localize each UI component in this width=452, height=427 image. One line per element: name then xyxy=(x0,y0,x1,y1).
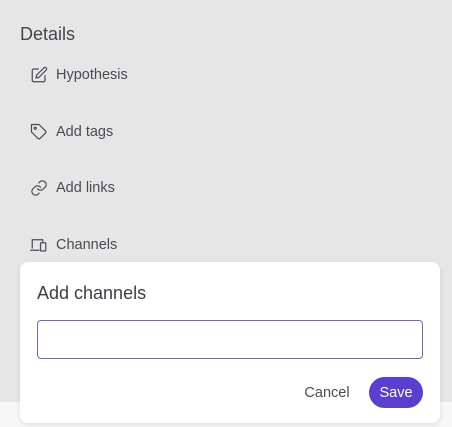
add-links-item[interactable]: Add links xyxy=(30,176,115,200)
edit-icon xyxy=(30,66,48,84)
hypothesis-label: Hypothesis xyxy=(56,67,128,83)
add-links-label: Add links xyxy=(56,180,115,196)
channels-label: Channels xyxy=(56,237,118,253)
channels-item[interactable]: Channels xyxy=(30,233,117,257)
add-channels-dialog: Add channels Cancel Save xyxy=(20,262,440,423)
link-icon xyxy=(30,179,48,197)
add-tags-label: Add tags xyxy=(56,124,114,140)
cancel-button[interactable]: Cancel xyxy=(297,378,357,408)
channels-input[interactable] xyxy=(37,320,423,359)
hypothesis-item[interactable]: Hypothesis xyxy=(30,63,128,87)
tag-icon xyxy=(30,123,48,141)
dialog-title: Add channels xyxy=(37,283,147,303)
details-title: Details xyxy=(20,24,76,44)
save-button[interactable]: Save xyxy=(369,377,423,408)
add-tags-item[interactable]: Add tags xyxy=(30,120,113,144)
devices-icon xyxy=(30,236,48,254)
